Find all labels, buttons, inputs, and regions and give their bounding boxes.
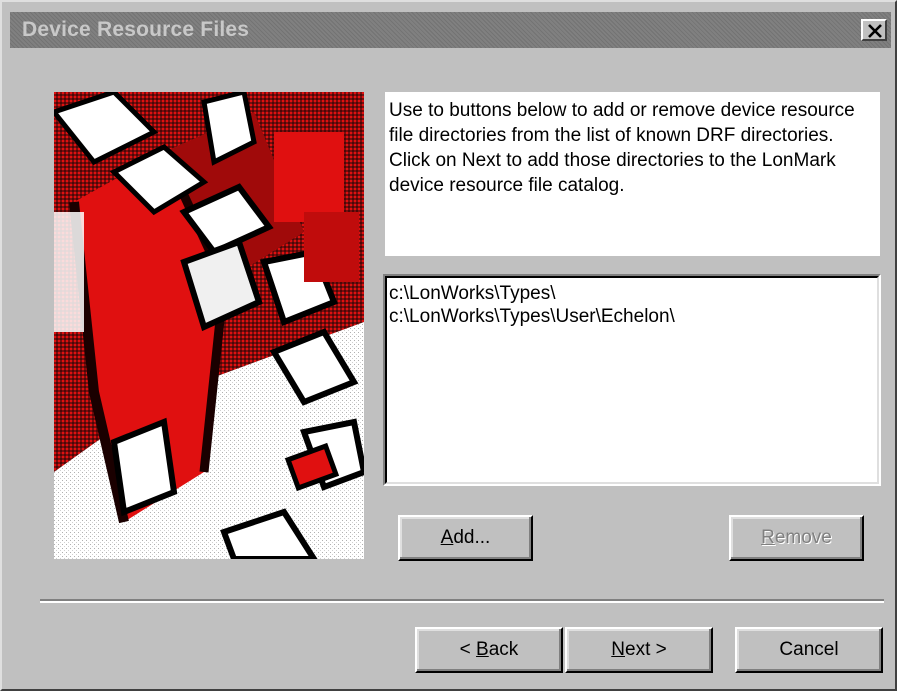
remove-button-mnemonic: R xyxy=(761,527,775,548)
remove-button[interactable]: Remove xyxy=(729,515,864,561)
cancel-button[interactable]: Cancel xyxy=(735,627,883,673)
back-button-label: ack xyxy=(488,639,519,660)
cancel-button-label: Cancel xyxy=(779,639,839,660)
add-button-label: dd... xyxy=(453,527,491,548)
back-button-mnemonic: B xyxy=(476,639,489,660)
device-resource-files-dialog: Device Resource Files Use to buttons bel… xyxy=(0,0,897,691)
back-button-prefix: < xyxy=(459,639,477,660)
add-button[interactable]: Add... xyxy=(398,515,533,561)
close-icon xyxy=(868,24,882,38)
title-bar[interactable]: Device Resource Files xyxy=(10,12,891,48)
separator xyxy=(40,599,884,603)
add-button-mnemonic: A xyxy=(440,527,454,548)
directory-listbox[interactable]: c:\LonWorks\Types\ c:\LonWorks\Types\Use… xyxy=(383,274,881,486)
wizard-illustration xyxy=(54,92,364,559)
remove-button-label: emove xyxy=(774,527,832,548)
list-item[interactable]: c:\LonWorks\Types\ xyxy=(389,282,875,305)
window-title: Device Resource Files xyxy=(22,18,250,41)
next-button-mnemonic: N xyxy=(611,639,625,660)
instructions-panel: Use to buttons below to add or remove de… xyxy=(385,92,880,256)
list-item[interactable]: c:\LonWorks\Types\User\Echelon\ xyxy=(389,305,875,328)
close-button[interactable] xyxy=(861,19,887,41)
instructions-text: Use to buttons below to add or remove de… xyxy=(389,100,855,196)
next-button-label: ext > xyxy=(625,639,667,660)
next-button[interactable]: Next > xyxy=(565,627,713,673)
back-button[interactable]: < Back xyxy=(415,627,563,673)
